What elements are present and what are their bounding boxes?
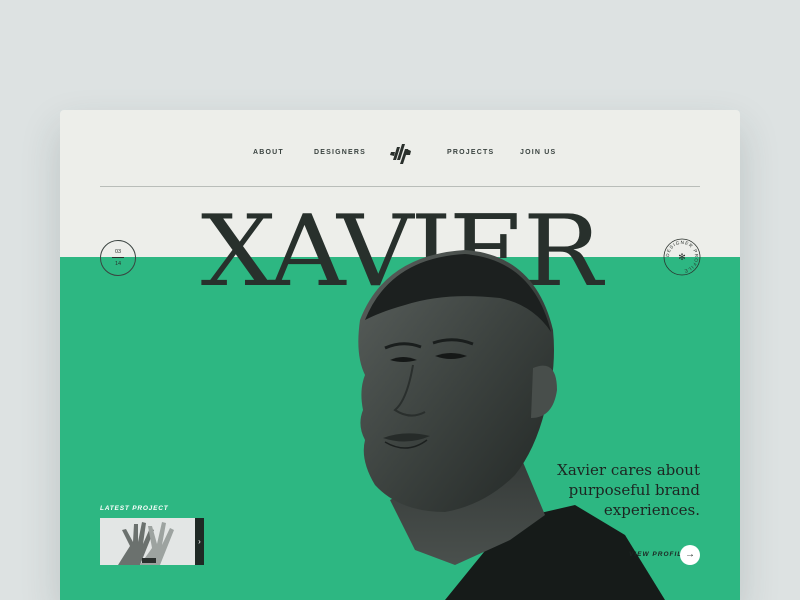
tagline-line-1: Xavier cares about [557, 461, 700, 479]
page-card: ABOUT DESIGNERS PROJECTS JOIN US XAVIER … [60, 110, 740, 600]
top-nav: ABOUT DESIGNERS PROJECTS JOIN US [60, 144, 740, 164]
tagline-line-3: experiences. [603, 501, 700, 519]
counter-divider [112, 257, 124, 258]
chevron-right-icon[interactable]: › [195, 518, 204, 565]
nav-designers-link[interactable]: DESIGNERS [314, 149, 366, 156]
designer-profile-badge: DESIGNER PROFILE ✻ [663, 238, 701, 276]
view-profile-link[interactable]: VIEW PROFILE [629, 551, 688, 558]
counter-total: 14 [114, 261, 122, 267]
dp-logo[interactable] [390, 144, 412, 164]
portrait-photo [358, 250, 665, 600]
tagline: Xavier cares about purposeful brand expe… [530, 460, 700, 520]
tagline-line-2: purposeful brand [568, 481, 700, 499]
asterisk-icon: ✻ [678, 252, 686, 262]
nav-divider [100, 186, 700, 187]
hands-image [100, 518, 195, 565]
nav-join-us-link[interactable]: JOIN US [520, 149, 556, 156]
latest-project-label: LATEST PROJECT [100, 505, 169, 512]
view-profile-button[interactable]: → [680, 545, 700, 565]
counter-current: 03 [114, 249, 122, 255]
nav-about-link[interactable]: ABOUT [253, 149, 284, 156]
arrow-right-icon: → [685, 549, 695, 560]
slide-counter: 03 14 [100, 240, 136, 276]
latest-project-thumbnail[interactable] [100, 518, 195, 565]
nav-projects-link[interactable]: PROJECTS [447, 149, 494, 156]
